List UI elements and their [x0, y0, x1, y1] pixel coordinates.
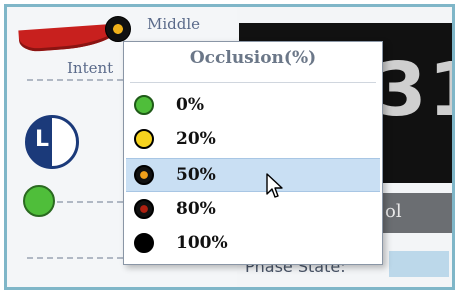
occlusion-swatch-icon: [134, 95, 154, 115]
phase-state-value: [389, 251, 449, 277]
occlusion-menu: Occlusion(%) 0% 20% 50% 80% 100%: [123, 41, 383, 265]
middle-label: Middle: [147, 15, 201, 33]
occlusion-swatch-icon: [134, 233, 154, 253]
screenshot-frame: Middle Intent L 31 ol Phase State: Occlu…: [4, 4, 455, 290]
menu-item-label: 20%: [176, 129, 216, 149]
menu-header: Occlusion(%): [189, 48, 317, 68]
middle-occlusion-dot[interactable]: [105, 16, 131, 42]
menu-item-3[interactable]: 80%: [126, 192, 380, 226]
menu-item-label: 50%: [176, 165, 216, 185]
menu-separator: [130, 82, 376, 83]
occlusion-swatch-icon: [134, 129, 154, 149]
divider-dashed: [27, 79, 123, 81]
occlusion-swatch-icon: [134, 165, 154, 185]
status-dot-green[interactable]: [23, 185, 55, 217]
mouse-pointer-icon: [266, 173, 283, 198]
occlusion-swatch-icon: [134, 199, 154, 219]
menu-item-2[interactable]: 50%: [126, 158, 380, 192]
menu-item-label: 0%: [176, 95, 204, 115]
menu-item-4[interactable]: 100%: [126, 226, 380, 260]
display-digits: 31: [375, 47, 452, 133]
intent-label: Intent: [67, 59, 114, 77]
menu-item-label: 100%: [176, 233, 228, 253]
lane-letter: L: [35, 127, 50, 152]
divider-dashed: [57, 201, 123, 203]
control-bar-text: ol: [385, 201, 402, 222]
lane-indicator-icon[interactable]: [25, 115, 79, 169]
divider-dashed: [27, 257, 123, 259]
menu-item-0[interactable]: 0%: [126, 88, 380, 122]
menu-item-label: 80%: [176, 199, 216, 219]
menu-item-1[interactable]: 20%: [126, 122, 380, 156]
